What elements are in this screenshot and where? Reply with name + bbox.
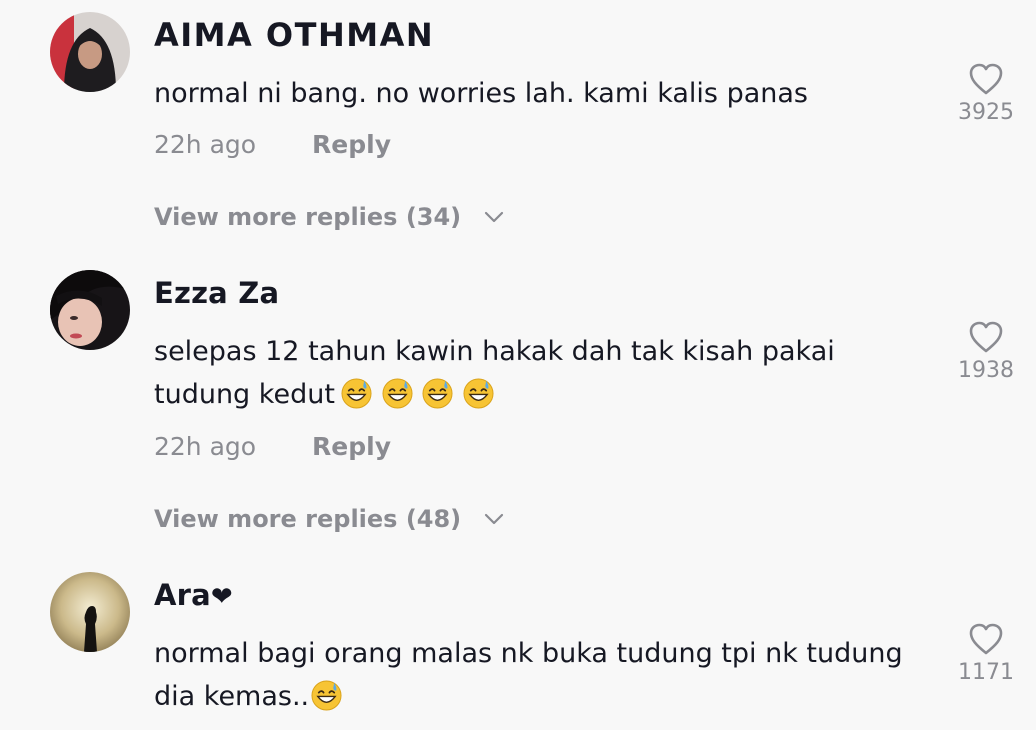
grinning-sweat-emoji-icon	[311, 680, 342, 711]
comment-text: normal bagi orang malas nk buka tudung t…	[154, 632, 934, 724]
heart-icon[interactable]	[968, 622, 1004, 656]
avatar[interactable]	[50, 572, 130, 652]
avatar-photo	[50, 572, 130, 652]
username-label: Ara	[154, 578, 211, 612]
like-control: 1171	[946, 622, 1026, 685]
like-count: 1171	[958, 660, 1014, 685]
comment-list: AIMA OTHMAN normal ni bang. no worries l…	[0, 0, 1036, 730]
heart-emoji: ❤	[210, 582, 233, 612]
emoji-group	[311, 680, 343, 724]
comment-item: Ara❤ normal bagi orang malas nk buka tud…	[0, 0, 1036, 730]
comment-text-body: normal bagi orang malas nk buka tudung t…	[154, 638, 903, 712]
username[interactable]: Ara❤	[154, 578, 233, 612]
